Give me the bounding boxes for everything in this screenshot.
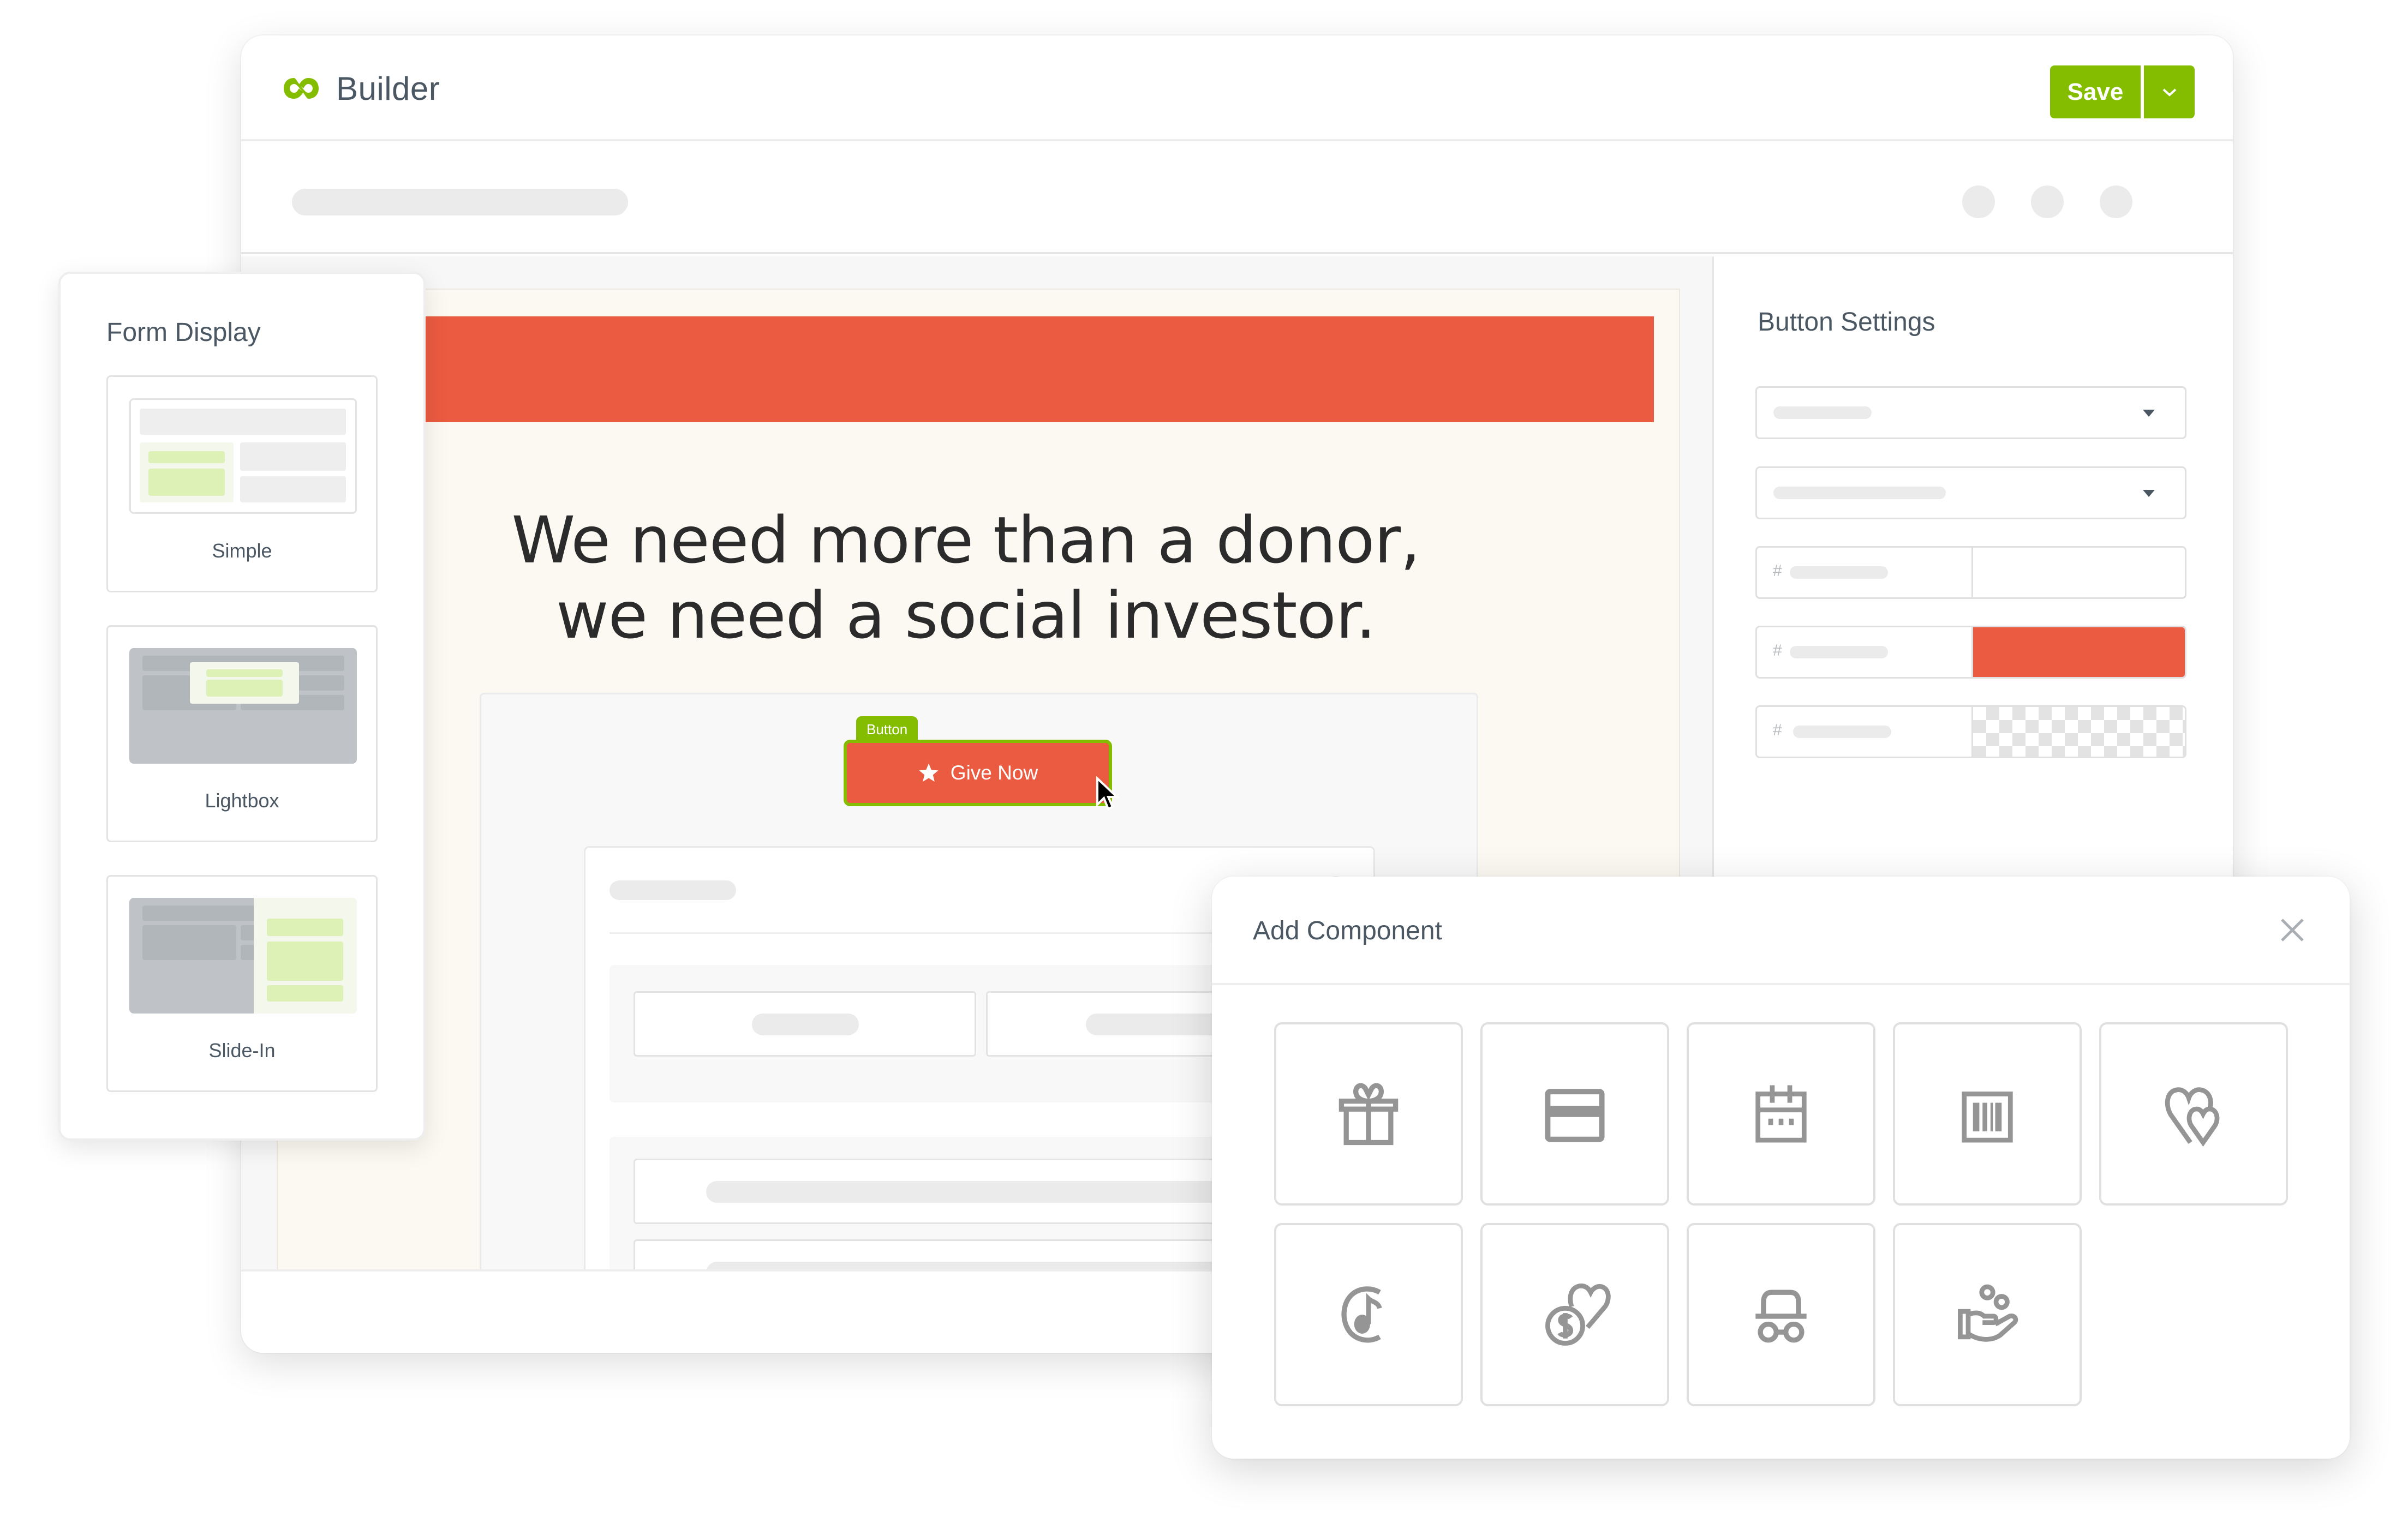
thumb-block	[254, 898, 357, 1014]
display-option-slide-in[interactable]: Slide-In	[106, 875, 378, 1092]
credit-card-icon	[1545, 1089, 1605, 1142]
toolbar-action-3[interactable]	[2100, 185, 2132, 218]
color-field-background[interactable]: #	[1755, 626, 2186, 679]
color-value-placeholder	[1793, 725, 1891, 738]
color-swatch-white[interactable]	[1971, 548, 2185, 597]
settings-select-2[interactable]	[1755, 466, 2186, 519]
caret-down-icon	[2143, 410, 2155, 417]
component-music[interactable]	[1274, 1223, 1463, 1406]
thumb-block	[267, 919, 343, 936]
component-gift[interactable]	[1274, 1022, 1463, 1206]
thumb-block	[240, 476, 346, 502]
brand: Builder	[282, 69, 440, 107]
music-note-icon	[1341, 1286, 1382, 1343]
form-card-title-placeholder	[610, 880, 736, 900]
component-giving-hand[interactable]	[1893, 1223, 2082, 1406]
save-button-group: Save	[2050, 65, 2195, 118]
modal-header: Add Component	[1212, 877, 2350, 985]
display-option-label: Lightbox	[205, 789, 279, 812]
headline-line-1: We need more than a donor,	[511, 502, 1420, 578]
color-field-text[interactable]: #	[1755, 546, 2186, 599]
app-header: Builder Save	[241, 35, 2233, 141]
color-value-placeholder	[1790, 566, 1888, 579]
thumb-block	[148, 469, 225, 496]
chevron-down-icon	[2162, 88, 2176, 97]
thumb-block	[206, 669, 283, 677]
form-display-title: Form Display	[106, 318, 261, 347]
selected-element-tag: Button	[856, 716, 918, 742]
component-calendar[interactable]	[1687, 1022, 1875, 1206]
give-now-label: Give Now	[950, 762, 1038, 784]
save-button[interactable]: Save	[2050, 65, 2141, 118]
barcode-icon	[1962, 1092, 2013, 1143]
display-option-simple[interactable]: Simple	[106, 375, 378, 592]
simple-thumbnail	[129, 398, 357, 514]
thumb-block	[240, 442, 346, 471]
settings-select-1[interactable]	[1755, 386, 2186, 439]
hash-prefix: #	[1773, 641, 1782, 659]
save-options-button[interactable]	[2144, 65, 2195, 118]
component-incognito[interactable]	[1687, 1223, 1875, 1406]
donation-heart-icon	[1545, 1283, 1611, 1346]
thumb-block	[267, 942, 343, 981]
form-headline[interactable]: We need more than a donor, we need a soc…	[278, 502, 1654, 653]
mouse-cursor-icon	[1096, 776, 1119, 811]
component-donation[interactable]	[1480, 1223, 1669, 1406]
hash-prefix: #	[1773, 721, 1782, 739]
gift-icon	[1339, 1083, 1399, 1146]
thumb-block	[140, 442, 234, 502]
component-barcode[interactable]	[1893, 1022, 2082, 1206]
thumb-block	[142, 925, 236, 960]
thumb-block	[190, 662, 299, 704]
add-component-modal: Add Component	[1212, 877, 2350, 1459]
close-button[interactable]	[2276, 914, 2309, 946]
select-value-placeholder	[1773, 487, 1946, 499]
close-icon	[2281, 919, 2304, 942]
toolbar-action-1[interactable]	[1962, 185, 1995, 218]
hash-prefix: #	[1773, 562, 1782, 580]
display-option-lightbox[interactable]: Lightbox	[106, 625, 378, 842]
color-swatch-transparent[interactable]	[1971, 707, 2185, 757]
incognito-icon	[1755, 1290, 1807, 1343]
color-value-placeholder	[1790, 646, 1888, 658]
color-swatch-accent[interactable]	[1971, 627, 2185, 677]
giving-hand-icon	[1958, 1284, 2018, 1342]
slide-in-thumbnail	[129, 898, 357, 1014]
toolbar-placeholder	[292, 189, 628, 215]
thumb-block	[140, 409, 346, 435]
thumb-block	[206, 680, 283, 697]
select-value-placeholder	[1773, 406, 1872, 419]
star-icon	[919, 763, 939, 782]
brand-logo-icon	[284, 78, 319, 99]
component-hearts[interactable]	[2099, 1022, 2288, 1206]
thumb-block	[267, 985, 343, 1002]
hearts-icon	[2165, 1087, 2220, 1147]
settings-title: Button Settings	[1758, 308, 1935, 337]
display-option-label: Simple	[212, 539, 272, 562]
lightbox-thumbnail	[129, 648, 357, 764]
component-credit-card[interactable]	[1480, 1022, 1669, 1206]
amount-option-1[interactable]	[634, 991, 976, 1057]
toolbar-action-2[interactable]	[2031, 185, 2064, 218]
calendar-icon	[1755, 1085, 1807, 1143]
toolbar	[241, 143, 2233, 254]
app-title: Builder	[336, 70, 440, 107]
give-now-button[interactable]: Give Now	[844, 740, 1112, 806]
header-banner[interactable]	[278, 316, 1654, 422]
modal-title: Add Component	[1253, 916, 1442, 945]
form-display-panel: Form Display Simple Lightbox Slide-In	[58, 272, 426, 1141]
caret-down-icon	[2143, 490, 2155, 497]
display-option-label: Slide-In	[208, 1039, 276, 1062]
amount-option-placeholder	[752, 1014, 859, 1035]
thumb-block	[148, 451, 225, 463]
color-field-transparent[interactable]: #	[1755, 705, 2186, 758]
headline-line-2: we need a social investor.	[556, 578, 1376, 653]
